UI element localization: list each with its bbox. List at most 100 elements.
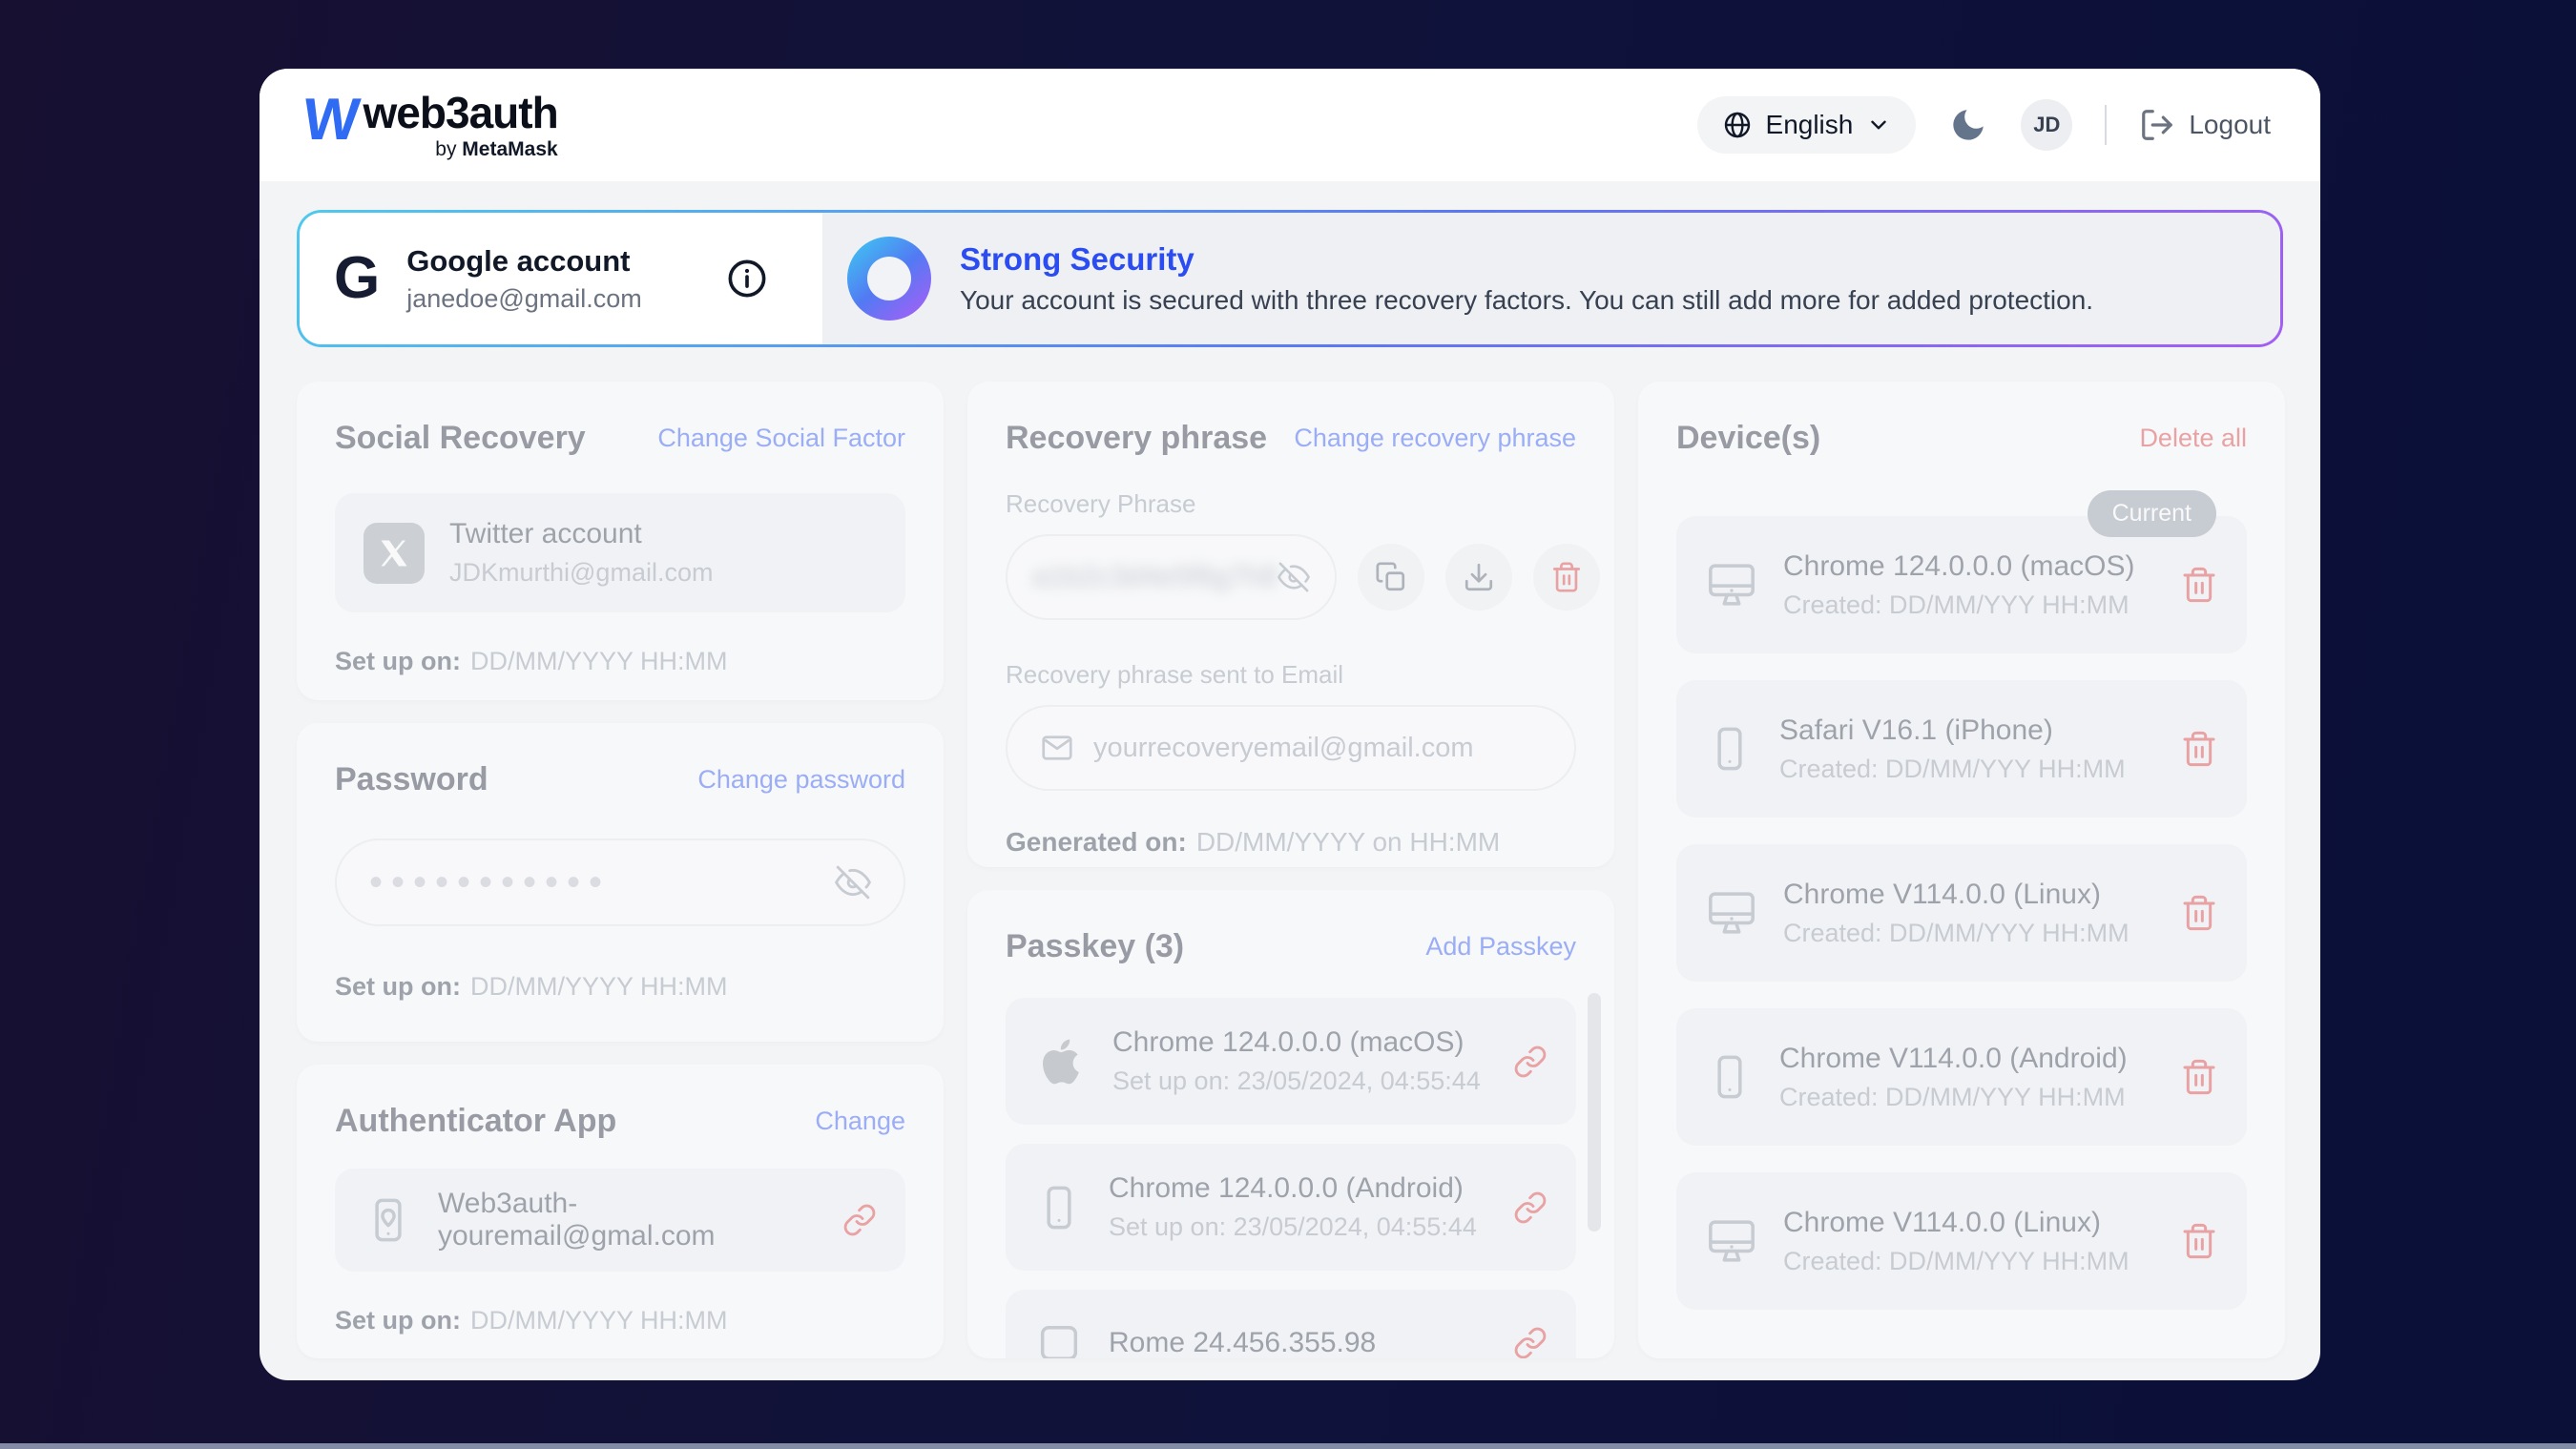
authenticator-account: Web3auth-youremail@gmal.com	[438, 1188, 818, 1252]
phone-icon	[1034, 1183, 1084, 1232]
phone-icon	[1705, 724, 1755, 774]
social-setup-line: Set up on:DD/MM/YYYY HH:MM	[335, 647, 905, 676]
mobile-authenticator-icon	[364, 1195, 413, 1245]
setup-label: Set up on:	[335, 1306, 461, 1335]
account-email: janedoe@gmail.com	[406, 284, 698, 314]
setup-value: DD/MM/YYYY HH:MM	[470, 972, 728, 1001]
device-meta: Created: DD/MM/YYY HH:MM	[1783, 590, 2155, 620]
password-card: Password Change password ••••••••••• Set…	[297, 723, 944, 1042]
x-twitter-icon	[364, 523, 425, 584]
device-meta: Created: DD/MM/YYY HH:MM	[1779, 1083, 2155, 1112]
devices-title: Device(s)	[1676, 420, 1820, 457]
passkey-card: Passkey (3) Add Passkey Chrome 124.0.0.0…	[967, 890, 1614, 1358]
download-phrase-button[interactable]	[1445, 544, 1512, 611]
link-icon[interactable]	[1513, 1190, 1548, 1225]
device-name: Chrome V114.0.0 (Linux)	[1783, 879, 2155, 911]
security-strength-ring-icon	[847, 237, 931, 321]
device-row: Chrome V114.0.0 (Android) Created: DD/MM…	[1676, 1008, 2247, 1146]
trash-icon[interactable]	[2180, 1222, 2218, 1260]
delete-phrase-button[interactable]	[1533, 544, 1600, 611]
passkey-name: Chrome 124.0.0.0 (macOS)	[1112, 1026, 1488, 1059]
security-status-description: Your account is secured with three recov…	[960, 285, 2093, 316]
web3auth-logo: W web3auth by MetaMask	[303, 89, 558, 161]
device-row: Safari V16.1 (iPhone) Created: DD/MM/YYY…	[1676, 680, 2247, 818]
change-password-link[interactable]: Change password	[697, 761, 905, 795]
security-status-title: Strong Security	[960, 241, 2093, 278]
trash-icon[interactable]	[2180, 730, 2218, 768]
avatar[interactable]: JD	[2021, 99, 2072, 151]
add-passkey-link[interactable]: Add Passkey	[1425, 928, 1576, 962]
info-icon[interactable]	[725, 257, 769, 300]
phone-icon	[1705, 1052, 1755, 1102]
delete-all-link[interactable]: Delete all	[2139, 420, 2247, 453]
device-row: Chrome V114.0.0 (Linux) Created: DD/MM/Y…	[1676, 844, 2247, 982]
language-label: English	[1766, 110, 1854, 140]
authenticator-setup-line: Set up on: DD/MM/YYYY HH:MM	[335, 1306, 905, 1335]
app-header: W web3auth by MetaMask English JD	[260, 69, 2320, 181]
unlink-icon[interactable]	[842, 1203, 877, 1237]
setup-value: DD/MM/YYYY HH:MM	[470, 647, 728, 675]
bottom-edge-strip	[0, 1443, 2576, 1449]
trash-icon	[1550, 561, 1583, 593]
logout-button[interactable]: Logout	[2139, 107, 2271, 143]
logo-brand-text: MetaMask	[462, 138, 557, 160]
globe-icon	[1722, 110, 1753, 140]
recovery-email-value: yourrecoveryemail@gmail.com	[1093, 733, 1474, 764]
password-field[interactable]: •••••••••••	[335, 838, 905, 926]
web3auth-logo-icon: W	[301, 94, 356, 146]
password-masked-value: •••••••••••	[369, 863, 835, 901]
eye-off-icon[interactable]	[835, 864, 871, 900]
passkey-scrollbar[interactable]	[1588, 993, 1601, 1232]
passkey-meta: Set up on: 23/05/2024, 04:55:44	[1112, 1066, 1488, 1096]
passkey-name: Rome 24.456.355.98	[1109, 1327, 1488, 1358]
download-icon	[1463, 561, 1495, 593]
trash-icon[interactable]	[2180, 894, 2218, 932]
login-account-section: G Google account janedoe@gmail.com	[300, 213, 822, 344]
recovery-phrase-field[interactable]: a1b2c3d4e5f6g7h8	[1006, 534, 1337, 620]
header-divider	[2105, 105, 2107, 145]
change-authenticator-link[interactable]: Change	[815, 1103, 905, 1136]
device-name: Chrome V114.0.0 (Android)	[1779, 1043, 2155, 1075]
link-icon[interactable]	[1513, 1326, 1548, 1358]
eye-off-icon[interactable]	[1278, 561, 1310, 593]
language-selector[interactable]: English	[1697, 96, 1917, 154]
link-icon[interactable]	[1513, 1045, 1548, 1079]
device-name: Safari V16.1 (iPhone)	[1779, 714, 2155, 747]
google-icon: G	[334, 249, 380, 308]
trash-icon[interactable]	[2180, 1058, 2218, 1096]
change-recovery-phrase-link[interactable]: Change recovery phrase	[1294, 420, 1576, 453]
authenticator-title: Authenticator App	[335, 1103, 616, 1140]
desktop-icon	[1705, 558, 1758, 611]
trash-icon[interactable]	[2180, 566, 2218, 604]
passkey-row: Chrome 124.0.0.0 (macOS) Set up on: 23/0…	[1006, 998, 1576, 1125]
device-name: Chrome V114.0.0 (Linux)	[1783, 1207, 2155, 1239]
recovery-phrase-title: Recovery phrase	[1006, 420, 1267, 457]
recovery-email-label: Recovery phrase sent to Email	[1006, 660, 1576, 690]
current-device-badge: Current	[2088, 490, 2216, 537]
recovery-phrase-card: Recovery phrase Change recovery phrase R…	[967, 382, 1614, 867]
dark-mode-moon-icon[interactable]	[1948, 105, 1988, 145]
passkey-meta: Set up on: 23/05/2024, 04:55:44	[1109, 1212, 1488, 1242]
setup-label: Set up on:	[335, 972, 461, 1001]
passkey-row: Rome 24.456.355.98	[1006, 1290, 1576, 1358]
social-recovery-card: Social Recovery Change Social Factor Twi…	[297, 382, 944, 700]
device-row: Chrome V114.0.0 (Linux) Created: DD/MM/Y…	[1676, 1172, 2247, 1310]
copy-phrase-button[interactable]	[1358, 544, 1424, 611]
mail-icon	[1040, 731, 1074, 765]
device-meta: Created: DD/MM/YYY HH:MM	[1783, 1247, 2155, 1276]
passkey-title: Passkey (3)	[1006, 928, 1184, 965]
device-meta: Created: DD/MM/YYY HH:MM	[1783, 919, 2155, 948]
setup-value: DD/MM/YYYY HH:MM	[470, 1306, 728, 1335]
password-setup-line: Set up on: DD/MM/YYYY HH:MM	[335, 972, 905, 1002]
twitter-account-email: JDKmurthi@gmail.com	[449, 558, 877, 588]
recovery-phrase-masked-value: a1b2c3d4e5f6g7h8	[1032, 561, 1278, 593]
social-recovery-title: Social Recovery	[335, 420, 586, 457]
recovery-email-field[interactable]: yourrecoveryemail@gmail.com	[1006, 705, 1576, 791]
authenticator-app-card: Authenticator App Change Web3auth-yourem…	[297, 1065, 944, 1358]
main-panel: W web3auth by MetaMask English JD	[260, 69, 2320, 1380]
chevron-down-icon	[1866, 113, 1891, 137]
logo-by-text: by	[435, 138, 462, 160]
device-name: Chrome 124.0.0.0 (macOS)	[1783, 550, 2155, 583]
twitter-account-title: Twitter account	[449, 518, 877, 550]
change-social-factor-link[interactable]: Change Social Factor	[657, 420, 905, 453]
